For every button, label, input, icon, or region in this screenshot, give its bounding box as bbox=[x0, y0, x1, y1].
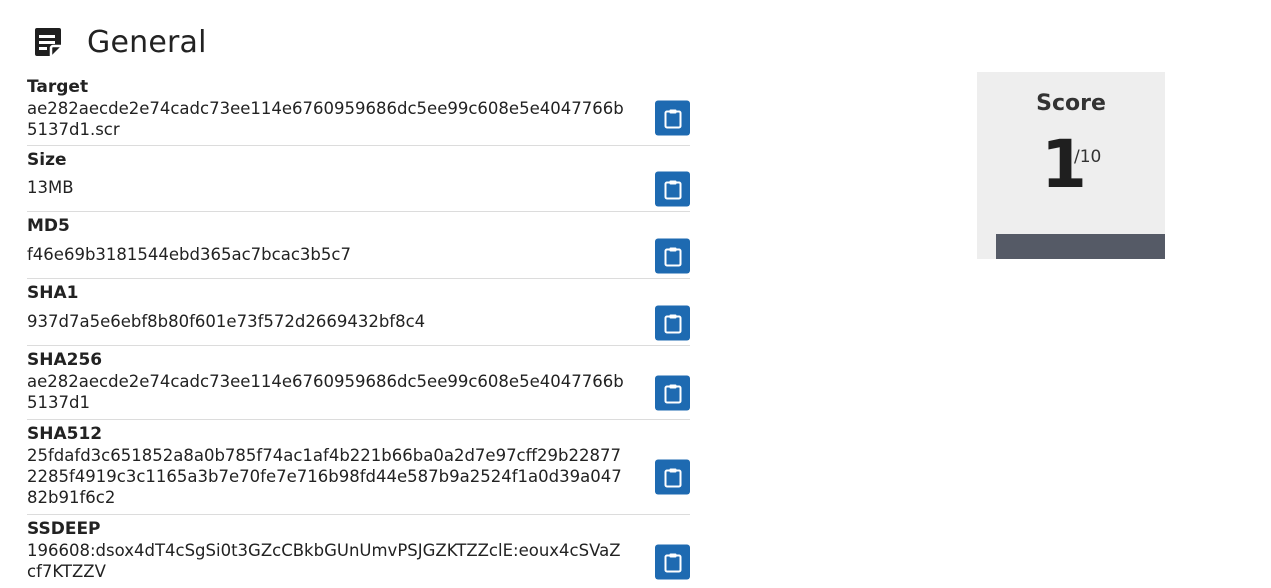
field-label: SSDEEP bbox=[27, 519, 101, 539]
clipboard-icon bbox=[664, 109, 681, 128]
note-icon bbox=[35, 28, 61, 56]
score-max: /10 bbox=[1074, 147, 1102, 167]
field-label: Size bbox=[27, 150, 67, 170]
section-header: General bbox=[31, 24, 207, 60]
clipboard-icon bbox=[664, 314, 681, 333]
copy-button[interactable] bbox=[655, 375, 690, 411]
field-value: f46e69b3181544ebd365ac7bcac3b5c7 bbox=[27, 245, 351, 264]
field-value: ae282aecde2e74cadc73ee114e6760959686dc5e… bbox=[27, 372, 624, 412]
field-value: ae282aecde2e74cadc73ee114e6760959686dc5e… bbox=[27, 99, 624, 139]
field-row-size: Size 13MB bbox=[27, 146, 690, 212]
copy-button[interactable] bbox=[655, 544, 690, 580]
field-value: 25fdafd3c651852a8a0b785f74ac1af4b221b66b… bbox=[27, 446, 622, 507]
clipboard-icon bbox=[664, 384, 681, 403]
field-value: 937d7a5e6ebf8b80f601e73f572d2669432bf8c4 bbox=[27, 312, 426, 331]
field-row-target: Target ae282aecde2e74cadc73ee114e6760959… bbox=[27, 76, 690, 146]
field-label: SHA1 bbox=[27, 283, 79, 303]
section-title: General bbox=[87, 24, 207, 60]
field-label: Target bbox=[27, 77, 89, 97]
field-row-sha512: SHA512 25fdafd3c651852a8a0b785f74ac1af4b… bbox=[27, 420, 690, 515]
copy-button[interactable] bbox=[655, 459, 690, 495]
copy-button[interactable] bbox=[655, 305, 690, 341]
field-row-sha1: SHA1 937d7a5e6ebf8b80f601e73f572d2669432… bbox=[27, 279, 690, 346]
field-row-sha256: SHA256 ae282aecde2e74cadc73ee114e6760959… bbox=[27, 346, 690, 420]
field-value: 13MB bbox=[27, 178, 74, 197]
field-value: 196608:dsox4dT4cSgSi0t3GZcCBkbGUnUmvPSJG… bbox=[27, 541, 621, 581]
score-bar bbox=[996, 234, 1165, 259]
copy-button[interactable] bbox=[655, 171, 690, 207]
score-title: Score bbox=[1036, 91, 1106, 116]
hash-field-list: Target ae282aecde2e74cadc73ee114e6760959… bbox=[27, 76, 690, 588]
field-row-md5: MD5 f46e69b3181544ebd365ac7bcac3b5c7 bbox=[27, 212, 690, 279]
clipboard-icon bbox=[664, 247, 681, 266]
copy-button[interactable] bbox=[655, 238, 690, 274]
clipboard-icon bbox=[664, 553, 681, 572]
clipboard-icon bbox=[664, 468, 681, 487]
field-label: SHA512 bbox=[27, 424, 103, 444]
score-card: Score 1 /10 bbox=[977, 72, 1165, 259]
field-label: MD5 bbox=[27, 216, 70, 236]
field-row-ssdeep: SSDEEP 196608:dsox4dT4cSgSi0t3GZcCBkbGUn… bbox=[27, 515, 690, 588]
field-label: SHA256 bbox=[27, 350, 103, 370]
copy-button[interactable] bbox=[655, 100, 690, 136]
clipboard-icon bbox=[664, 180, 681, 199]
